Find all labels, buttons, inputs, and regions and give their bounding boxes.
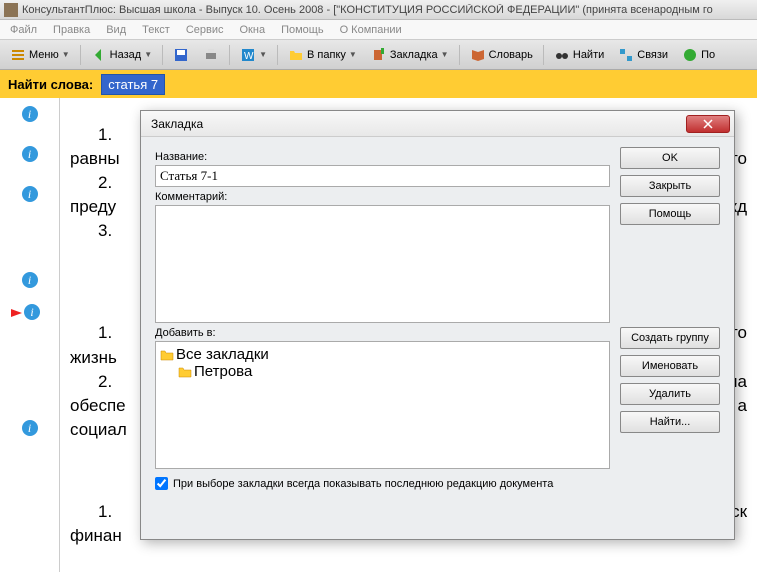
menu-help[interactable]: Помощь [273,22,332,38]
menubar: Файл Правка Вид Текст Сервис Окна Помощь… [0,20,757,40]
ok-button[interactable]: OK [620,147,720,169]
title-text: КонсультантПлюс: Высшая школа - Выпуск 1… [22,4,713,16]
rename-button[interactable]: Именовать [620,355,720,377]
find-words-bar: Найти слова: статья 7 [0,70,757,98]
folder-icon [178,366,192,378]
find-label: Найти [573,49,604,61]
find-button[interactable]: Найти [548,45,610,65]
save-icon [173,47,189,63]
links-button[interactable]: Связи [612,45,674,65]
menu-windows[interactable]: Окна [232,22,274,38]
bookmark-button[interactable]: Закладка ▼ [365,45,455,65]
dialog-titlebar[interactable]: Закладка [141,111,734,137]
addto-label: Добавить в: [155,327,610,339]
bookmark-dialog: Закладка Название: Комментарий: Добавить… [140,110,735,540]
delete-button[interactable]: Удалить [620,383,720,405]
check-icon [682,47,698,63]
folder-button[interactable]: В папку ▼ [282,45,363,65]
find-button[interactable]: Найти... [620,411,720,433]
find-words-label: Найти слова: [8,77,93,92]
word-icon: W [240,47,256,63]
print-button[interactable] [197,45,225,65]
links-label: Связи [637,49,668,61]
book-icon [470,47,486,63]
folder-label: В папку [307,49,346,61]
menu-text[interactable]: Текст [134,22,178,38]
menu-service[interactable]: Сервис [178,22,232,38]
menu-view[interactable]: Вид [98,22,134,38]
info-icon[interactable]: i [22,146,38,162]
back-label: Назад [110,49,142,61]
comment-textarea[interactable] [155,205,610,323]
help-button[interactable]: Помощь [620,203,720,225]
toolbar: Меню ▼ Назад ▼ W▼ В папку ▼ Закладка ▼ С… [0,40,757,70]
chevron-down-icon: ▼ [144,50,152,59]
dictionary-label: Словарь [489,49,533,61]
bookmark-label: Закладка [390,49,438,61]
back-arrow-icon [91,47,107,63]
close-button[interactable] [686,115,730,133]
save-button[interactable] [167,45,195,65]
info-icon[interactable]: i [22,420,38,436]
po-label: По [701,49,715,61]
menu-icon [10,47,26,63]
dialog-title: Закладка [151,117,686,131]
info-icon[interactable]: i [22,272,38,288]
info-icon[interactable]: i [22,106,38,122]
chevron-down-icon: ▼ [349,50,357,59]
binoculars-icon [554,47,570,63]
chevron-down-icon: ▼ [259,50,267,59]
bookmark-flag-icon[interactable] [10,308,24,322]
close-icon [703,119,713,129]
tree-child-item[interactable]: Петрова [178,363,605,380]
close-button[interactable]: Закрыть [620,175,720,197]
svg-text:W: W [244,51,254,62]
name-label: Название: [155,151,610,163]
print-icon [203,47,219,63]
find-words-input[interactable]: статья 7 [101,74,165,95]
create-group-button[interactable]: Создать группу [620,327,720,349]
bookmark-icon [371,47,387,63]
dictionary-button[interactable]: Словарь [464,45,539,65]
menu-label: Меню [29,49,59,61]
app-icon [4,3,18,17]
tree-child-label: Петрова [194,363,252,380]
folder-open-icon [160,349,174,361]
folder-icon [288,47,304,63]
titlebar: КонсультантПлюс: Высшая школа - Выпуск 1… [0,0,757,20]
info-column: i i i i i i [0,98,60,572]
show-latest-label: При выборе закладки всегда показывать по… [173,478,553,490]
menu-edit[interactable]: Правка [45,22,98,38]
comment-label: Комментарий: [155,191,610,203]
folder-tree[interactable]: Все закладки Петрова [155,341,610,469]
word-button[interactable]: W▼ [234,45,273,65]
name-input[interactable] [155,165,610,187]
menu-about[interactable]: О Компании [332,22,410,38]
show-latest-checkbox[interactable] [155,477,168,490]
tree-root-label: Все закладки [176,346,269,363]
chevron-down-icon: ▼ [62,50,70,59]
po-button[interactable]: По [676,45,721,65]
info-icon[interactable]: i [22,186,38,202]
menu-file[interactable]: Файл [2,22,45,38]
info-icon[interactable]: i [24,304,40,320]
back-button[interactable]: Назад ▼ [85,45,158,65]
menu-button[interactable]: Меню ▼ [4,45,76,65]
links-icon [618,47,634,63]
tree-root-item[interactable]: Все закладки [160,346,605,363]
chevron-down-icon: ▼ [441,50,449,59]
